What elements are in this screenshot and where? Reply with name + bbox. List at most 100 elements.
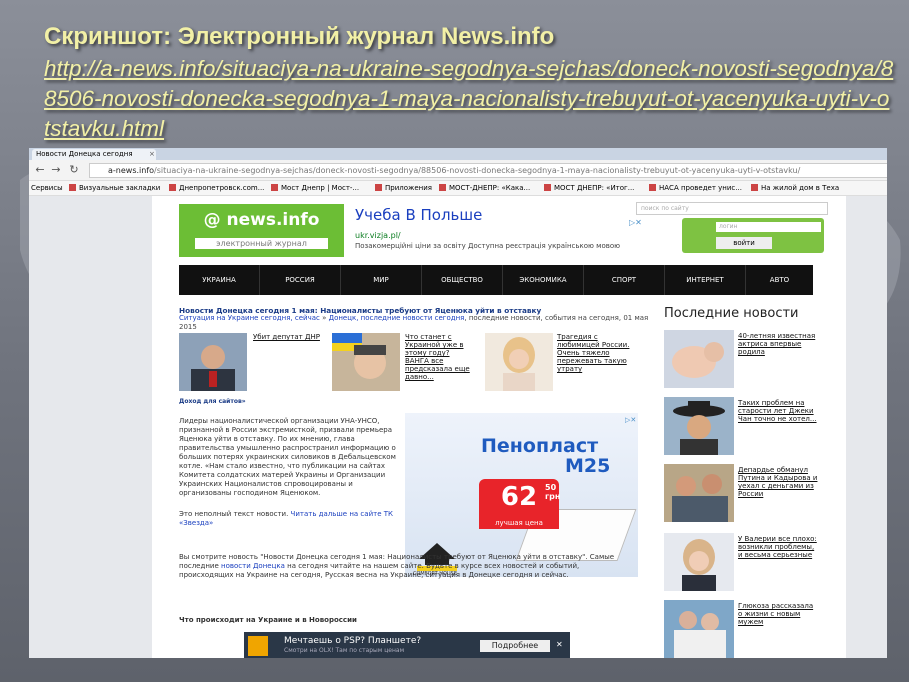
breadcrumb: Ситуация на Украине сегодня, сейчас » До… bbox=[179, 314, 649, 332]
login-input[interactable]: логин bbox=[716, 222, 821, 232]
read-more-text: Это неполный текст новости. bbox=[179, 510, 291, 518]
close-icon[interactable]: × bbox=[149, 149, 155, 160]
sidebar-news-link[interactable]: Глюкоза рассказала о жизни с новым мужем bbox=[738, 602, 818, 626]
article-footer-text: Вы смотрите новость "Новости Донецка сег… bbox=[179, 553, 619, 580]
article-body: Лидеры националистической организации УН… bbox=[179, 417, 396, 497]
forward-icon[interactable]: → bbox=[49, 163, 63, 177]
breadcrumb-link[interactable]: Донецк, последние новости сегодня bbox=[329, 314, 465, 322]
psp-ad-banner[interactable]: Мечтаешь о PSP? Планшете? Смотри на OLX!… bbox=[244, 632, 570, 658]
bookmark-item[interactable]: НАСА проведет унис... bbox=[649, 181, 742, 195]
bookmark-icon bbox=[751, 184, 758, 191]
address-bar: ← → ↻ a-news.info/situaciya-na-ukraine-s… bbox=[29, 160, 887, 181]
menu-item-world[interactable]: МИР bbox=[341, 265, 422, 295]
income-link[interactable]: Доход для сайтов» bbox=[179, 398, 246, 405]
breadcrumb-separator: » bbox=[319, 314, 329, 322]
sidebar-news-image[interactable] bbox=[664, 397, 734, 455]
olx-icon bbox=[248, 636, 268, 656]
thumb-link[interactable]: Трагедия с любимицей России. Очень тяжел… bbox=[557, 333, 632, 373]
bookmark-icon bbox=[169, 184, 176, 191]
site-logo[interactable]: @ news.info электронный журнал bbox=[179, 204, 344, 257]
bookmark-icon bbox=[271, 184, 278, 191]
bookmarks-bar: Сервисы Визуальные закладки Днепропетров… bbox=[29, 181, 887, 196]
ad-description: Позакомерційні ціни за освіту Доступна р… bbox=[355, 242, 621, 250]
bookmark-icon bbox=[544, 184, 551, 191]
donetsk-news-link[interactable]: новости Донецка bbox=[221, 562, 285, 570]
sidebar-news-image[interactable] bbox=[664, 600, 734, 658]
sidebar-news-link[interactable]: Таких проблем на старости лет Джеки Чан … bbox=[738, 399, 818, 423]
adchoices-icon[interactable]: ▷✕ bbox=[629, 218, 642, 227]
bookmark-item[interactable]: Мост Днепр | Мост-... bbox=[271, 181, 359, 195]
menu-item-society[interactable]: ОБЩЕСТВО bbox=[422, 265, 503, 295]
price-unit: грн bbox=[545, 492, 561, 501]
thumb-image[interactable] bbox=[485, 333, 553, 391]
price-cents: 50 bbox=[545, 483, 557, 492]
banner-cents: 50 грн bbox=[545, 483, 560, 501]
bookmark-label: На жилой дом в Теха bbox=[761, 184, 840, 192]
banner-best-price: лучшая цена bbox=[479, 517, 559, 529]
bookmark-item[interactable]: Визуальные закладки bbox=[69, 181, 160, 195]
bookmark-label: МОСТ-ДНЕПР: «Кака... bbox=[449, 184, 531, 192]
browser-tab[interactable]: Новости Донецка сегодня bbox=[32, 149, 156, 160]
adchoices-icon[interactable]: ▷✕ bbox=[625, 416, 636, 424]
bookmark-label: НАСА проведет унис... bbox=[659, 184, 742, 192]
sidebar-news-image[interactable] bbox=[664, 330, 734, 388]
bookmark-icon bbox=[439, 184, 446, 191]
breadcrumb-link[interactable]: Ситуация на Украине сегодня, сейчас bbox=[179, 314, 320, 322]
bookmark-item[interactable]: МОСТ-ДНЕПР: «Кака... bbox=[439, 181, 530, 195]
sidebar-title: Последние новости bbox=[664, 306, 799, 321]
thumb-link[interactable]: Что станет с Украиной уже в этому году? … bbox=[405, 333, 475, 381]
bookmark-icon bbox=[649, 184, 656, 191]
bookmark-item[interactable]: МОСТ ДНЕПР: «Итог... bbox=[544, 181, 634, 195]
sidebar-news-link[interactable]: Депардье обманул Путина и Кадырова и уех… bbox=[738, 466, 818, 498]
menu-item-ukraine[interactable]: УКРАИНА bbox=[179, 265, 260, 295]
bookmark-icon bbox=[69, 184, 76, 191]
ad-title-link[interactable]: Учеба В Польше bbox=[355, 206, 482, 224]
psp-ad-button[interactable]: Подробнее bbox=[480, 640, 550, 652]
slide-link[interactable]: http://a-news.info/situaciya-na-ukraine-… bbox=[44, 54, 894, 144]
page-viewport: @ news.info электронный журнал Учеба В П… bbox=[29, 196, 887, 658]
bookmark-item[interactable]: Сервисы bbox=[31, 181, 63, 195]
menu-item-sport[interactable]: СПОРТ bbox=[584, 265, 665, 295]
bookmark-item[interactable]: Днепропетровск.com... bbox=[169, 181, 264, 195]
login-button[interactable]: войти bbox=[716, 237, 772, 249]
sidebar-news-image[interactable] bbox=[664, 533, 734, 591]
section-title: Что происходит на Украине и в Новороссии bbox=[179, 616, 357, 624]
bookmark-item[interactable]: Приложения bbox=[375, 181, 432, 195]
bookmark-label: Днепропетровск.com... bbox=[179, 184, 265, 192]
url-host: a-news.info bbox=[108, 166, 155, 175]
bookmark-label: МОСТ ДНЕПР: «Итог... bbox=[554, 184, 635, 192]
web-page: @ news.info электронный журнал Учеба В П… bbox=[152, 196, 846, 658]
logo-text: @ news.info bbox=[203, 210, 320, 230]
url-path: /situaciya-na-ukraine-segodnya-sejchas/d… bbox=[154, 166, 801, 175]
menu-item-economy[interactable]: ЭКОНОМИКА bbox=[503, 265, 584, 295]
slide-title: Скриншот: Электронный журнал News.info bbox=[44, 23, 555, 50]
sidebar-news-image[interactable] bbox=[664, 464, 734, 522]
search-input[interactable]: поиск по сайту bbox=[636, 202, 828, 215]
read-more: Это неполный текст новости. Читать дальш… bbox=[179, 510, 404, 528]
menu-item-russia[interactable]: РОССИЯ bbox=[260, 265, 341, 295]
bookmark-label: Визуальные закладки bbox=[79, 184, 161, 192]
tab-bar: Новости Донецка сегодня × bbox=[29, 148, 887, 160]
ad-url[interactable]: ukr.vizja.pl/ bbox=[355, 231, 401, 240]
price-value: 62 bbox=[500, 482, 538, 512]
thumb-image[interactable] bbox=[179, 333, 247, 391]
bookmark-label: Приложения bbox=[385, 184, 432, 192]
url-input[interactable]: a-news.info/situaciya-na-ukraine-segodny… bbox=[89, 163, 887, 178]
reload-icon[interactable]: ↻ bbox=[67, 163, 81, 177]
bookmark-item[interactable]: На жилой дом в Теха bbox=[751, 181, 839, 195]
browser-window: Новости Донецка сегодня × ← → ↻ a-news.i… bbox=[29, 148, 887, 658]
thumb-link[interactable]: Убит депутат ДНР bbox=[253, 333, 323, 341]
bookmark-icon bbox=[375, 184, 382, 191]
close-icon[interactable]: ✕ bbox=[556, 640, 563, 649]
sidebar-news-link[interactable]: У Валерии все плохо: возникли проблемы, … bbox=[738, 535, 818, 559]
logo-subtitle: электронный журнал bbox=[195, 238, 328, 249]
psp-ad-subtitle: Смотри на OLX! Там по старым ценам bbox=[284, 647, 405, 654]
banner-grade: М25 bbox=[565, 455, 611, 477]
back-icon[interactable]: ← bbox=[33, 163, 47, 177]
thumb-image[interactable] bbox=[332, 333, 400, 391]
psp-ad-title: Мечтаешь о PSP? Планшете? bbox=[284, 636, 422, 646]
sidebar-news-link[interactable]: 40-летняя известная актриса впервые роди… bbox=[738, 332, 818, 356]
menu-item-auto[interactable]: АВТО bbox=[746, 265, 813, 295]
logo-name: news.info bbox=[226, 210, 320, 230]
menu-item-internet[interactable]: ИНТЕРНЕТ bbox=[665, 265, 746, 295]
